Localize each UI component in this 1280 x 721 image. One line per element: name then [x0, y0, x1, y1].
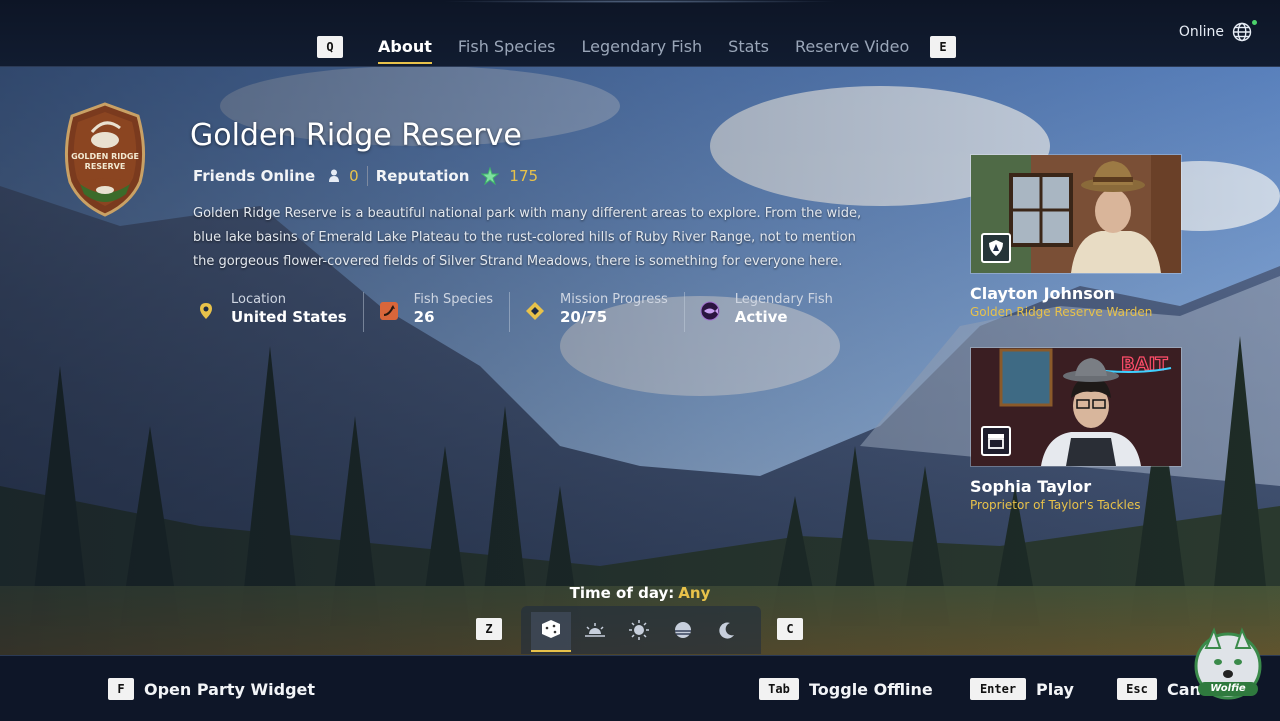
stat-legendary-fish-label: Legendary Fish — [734, 292, 833, 307]
online-indicator-dot — [1252, 20, 1257, 25]
stat-legendary-fish: Legendary Fish Active — [699, 292, 849, 332]
play-action[interactable]: Enter Play — [970, 678, 1074, 700]
reserve-badge-text: GOLDEN RIDGE RESERVE — [71, 152, 139, 171]
prev-tab-key[interactable]: Q — [317, 36, 343, 58]
npc-card-warden[interactable]: Clayton Johnson Golden Ridge Reserve War… — [970, 154, 1182, 319]
time-option-sunset[interactable] — [663, 612, 703, 652]
bottom-action-bar: F Open Party Widget Tab Toggle Offline E… — [0, 655, 1280, 721]
stat-legendary-fish-value: Active — [734, 308, 788, 326]
reserve-subline: Friends Online 0 Reputation 175 — [193, 166, 538, 186]
stat-mission-progress-value: 20/75 — [560, 308, 608, 326]
reserve-title: Golden Ridge Reserve — [190, 118, 522, 153]
toggle-offline-label: Toggle Offline — [809, 679, 933, 699]
ranger-badge-icon — [981, 233, 1011, 263]
random-dice-icon — [541, 619, 561, 643]
sunrise-icon — [584, 621, 606, 643]
cancel-key: Esc — [1117, 678, 1157, 700]
online-status-label: Online — [1178, 24, 1224, 40]
time-of-day-value: Any — [678, 584, 711, 602]
tab-legendary-fish[interactable]: Legendary Fish — [569, 33, 716, 64]
reserve-stats: Location United States Fish Species 26 M… — [195, 292, 863, 332]
reputation-star-icon — [481, 167, 500, 185]
diamond-icon — [524, 300, 546, 322]
sun-icon — [628, 619, 650, 645]
friends-online-count: 0 — [349, 167, 359, 185]
stat-fish-species: Fish Species 26 — [378, 292, 510, 332]
friends-online-label: Friends Online — [193, 167, 316, 185]
stat-fish-species-value: 26 — [413, 308, 435, 326]
reputation-label: Reputation — [375, 167, 470, 185]
tab-bar: About Fish Species Legendary Fish Stats … — [365, 33, 922, 64]
tab-fish-species[interactable]: Fish Species — [445, 33, 569, 64]
online-status[interactable]: Online — [1178, 20, 1257, 42]
fish-hook-icon — [378, 300, 400, 322]
npc-card-shopkeeper[interactable]: BAIT Sophia Taylor Proprietor of Taylor'… — [970, 347, 1182, 512]
reputation-value: 175 — [509, 167, 539, 185]
shop-icon — [981, 426, 1011, 456]
sunset-icon — [673, 620, 693, 644]
npc-role-shopkeeper: Proprietor of Taylor's Tackles — [970, 498, 1141, 512]
open-party-widget-action[interactable]: F Open Party Widget — [108, 678, 315, 700]
open-party-widget-label: Open Party Widget — [144, 679, 316, 699]
play-label: Play — [1036, 679, 1074, 699]
stat-mission-progress: Mission Progress 20/75 — [524, 292, 685, 332]
stat-location-value: United States — [231, 308, 347, 326]
globe-icon — [1232, 20, 1257, 42]
npc-portrait-shopkeeper: BAIT — [970, 347, 1182, 467]
play-key: Enter — [970, 678, 1026, 700]
time-option-random[interactable] — [531, 612, 571, 652]
location-pin-icon — [195, 300, 217, 322]
time-prev-key[interactable]: Z — [476, 618, 502, 640]
tab-stats[interactable]: Stats — [715, 33, 782, 64]
party-key: F — [108, 678, 134, 700]
npc-portrait-warden — [970, 154, 1182, 274]
npc-role-warden: Golden Ridge Reserve Warden — [970, 305, 1153, 319]
npc-name-shopkeeper: Sophia Taylor — [970, 477, 1092, 496]
toggle-offline-action[interactable]: Tab Toggle Offline — [759, 678, 933, 700]
watermark-text: Wolfie — [1210, 683, 1246, 694]
time-next-key[interactable]: C — [777, 618, 803, 640]
time-option-sunrise[interactable] — [575, 612, 615, 652]
moon-icon — [717, 620, 737, 644]
offline-key: Tab — [759, 678, 799, 700]
wolf-watermark-logo: Wolfie — [1188, 626, 1268, 706]
tab-about[interactable]: About — [365, 33, 445, 64]
divider — [366, 166, 368, 186]
reserve-description: Golden Ridge Reserve is a beautiful nati… — [193, 206, 862, 269]
legendary-fish-icon — [699, 300, 721, 322]
stat-location-label: Location — [231, 292, 286, 307]
next-tab-key[interactable]: E — [930, 36, 956, 58]
tab-reserve-video[interactable]: Reserve Video — [782, 33, 922, 64]
stat-mission-progress-label: Mission Progress — [560, 292, 668, 307]
time-of-day-label: Time of day: Any — [0, 584, 1280, 602]
stat-fish-species-label: Fish Species — [413, 292, 493, 307]
time-option-day[interactable] — [619, 612, 659, 652]
person-icon — [329, 169, 340, 183]
npc-name-warden: Clayton Johnson — [970, 284, 1116, 303]
stat-location: Location United States — [195, 292, 364, 332]
time-option-night[interactable] — [707, 612, 747, 652]
time-of-day-title: Time of day: — [569, 584, 675, 602]
